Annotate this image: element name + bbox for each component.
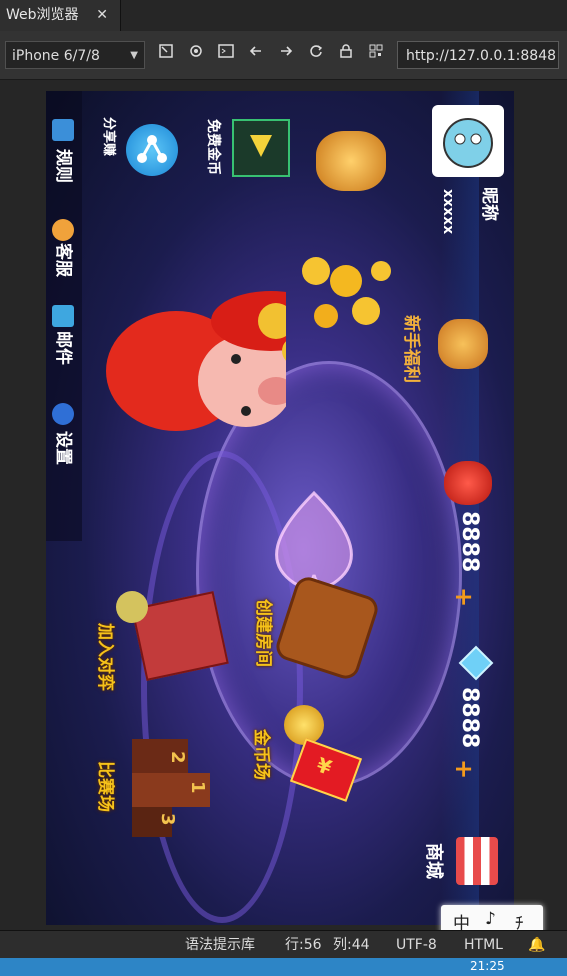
fortune-god-icon [316,131,386,191]
match-field-button[interactable]: 比赛场 [95,761,120,812]
nickname-label: 昵称 [479,187,499,221]
pot-icon [116,591,148,623]
diamond-icon [456,643,496,683]
close-tab-icon[interactable]: ✕ [96,0,108,31]
encoding-label[interactable]: UTF-8 [396,931,437,959]
free-coins-label[interactable]: 免费金币 [204,119,224,175]
ime-punct-mode[interactable]: ♪ [485,909,496,929]
cursor-col: 列:44 [333,937,370,953]
url-input[interactable]: http://127.0.0.1:8848 [397,41,559,69]
rotate-icon[interactable] [156,44,176,64]
newbie-welfare-label[interactable]: 新手福利 [401,315,426,383]
settings-icon[interactable] [186,44,206,64]
back-icon[interactable] [246,44,266,64]
console-icon[interactable] [216,44,236,64]
tab-title: Web浏览器 [6,7,79,23]
syntax-hint-link[interactable]: 语法提示库 [185,931,255,959]
add-coins-button[interactable]: + [450,587,478,607]
join-game-button[interactable]: 加入对弈 [95,623,120,691]
coin-balance: 8888 [457,511,482,573]
nickname-value: xxxxx [440,189,456,235]
gift-bag-icon[interactable] [438,319,488,369]
share-label[interactable]: 分享赚 [101,117,120,156]
editor-statusbar: 语法提示库 行:56 列:44 UTF-8 HTML 🔔 [0,930,567,959]
device-select[interactable]: iPhone 6/7/8 ▼ [5,41,145,69]
rules-icon[interactable] [52,119,74,141]
device-select-value: iPhone 6/7/8 [12,48,100,64]
coin-field-button[interactable]: 金币场 [251,729,276,780]
forward-icon[interactable] [276,44,296,64]
game-screen: 规则 客服 邮件 设置 分享赚 免费金币 昵称 xxxxx 新手福利 8888 … [46,91,514,925]
lock-icon[interactable] [336,44,356,64]
create-room-button[interactable]: 创建房间 [253,599,278,667]
browser-tab[interactable]: Web浏览器 ✕ [0,0,121,31]
windows-taskbar: 21:25 [0,958,567,976]
menu-service[interactable]: 客服 [53,243,78,277]
podium-third: 3 [157,813,178,826]
free-coins-icon[interactable] [232,119,290,177]
mail-icon[interactable] [52,305,74,327]
gold-coins-pile [286,241,396,351]
podium-first: 1 [187,781,208,794]
avatar[interactable] [432,105,504,177]
cursor-row: 行:56 [285,937,322,953]
clock: 21:25 [470,959,505,973]
browser-tab-strip: Web浏览器 ✕ [0,0,567,32]
pig-mascot [96,281,331,451]
money-bag-icon [444,461,492,505]
menu-mail[interactable]: 邮件 [53,331,78,365]
service-icon[interactable] [52,219,74,241]
shop-label[interactable]: 商城 [422,843,448,879]
diamond-balance: 8888 [457,687,482,749]
language-mode[interactable]: HTML [464,931,503,959]
menu-rules[interactable]: 规则 [53,149,78,183]
add-diamonds-button[interactable]: + [450,759,478,779]
bell-icon[interactable]: 🔔 [528,931,545,959]
share-icon[interactable] [126,124,178,176]
qrcode-icon[interactable] [366,44,386,64]
chevron-down-icon: ▼ [130,50,138,61]
shop-icon[interactable] [456,837,498,885]
podium-second: 2 [167,751,188,764]
refresh-icon[interactable] [306,44,326,64]
settings-gear-icon[interactable] [52,403,74,425]
menu-settings[interactable]: 设置 [53,431,78,465]
